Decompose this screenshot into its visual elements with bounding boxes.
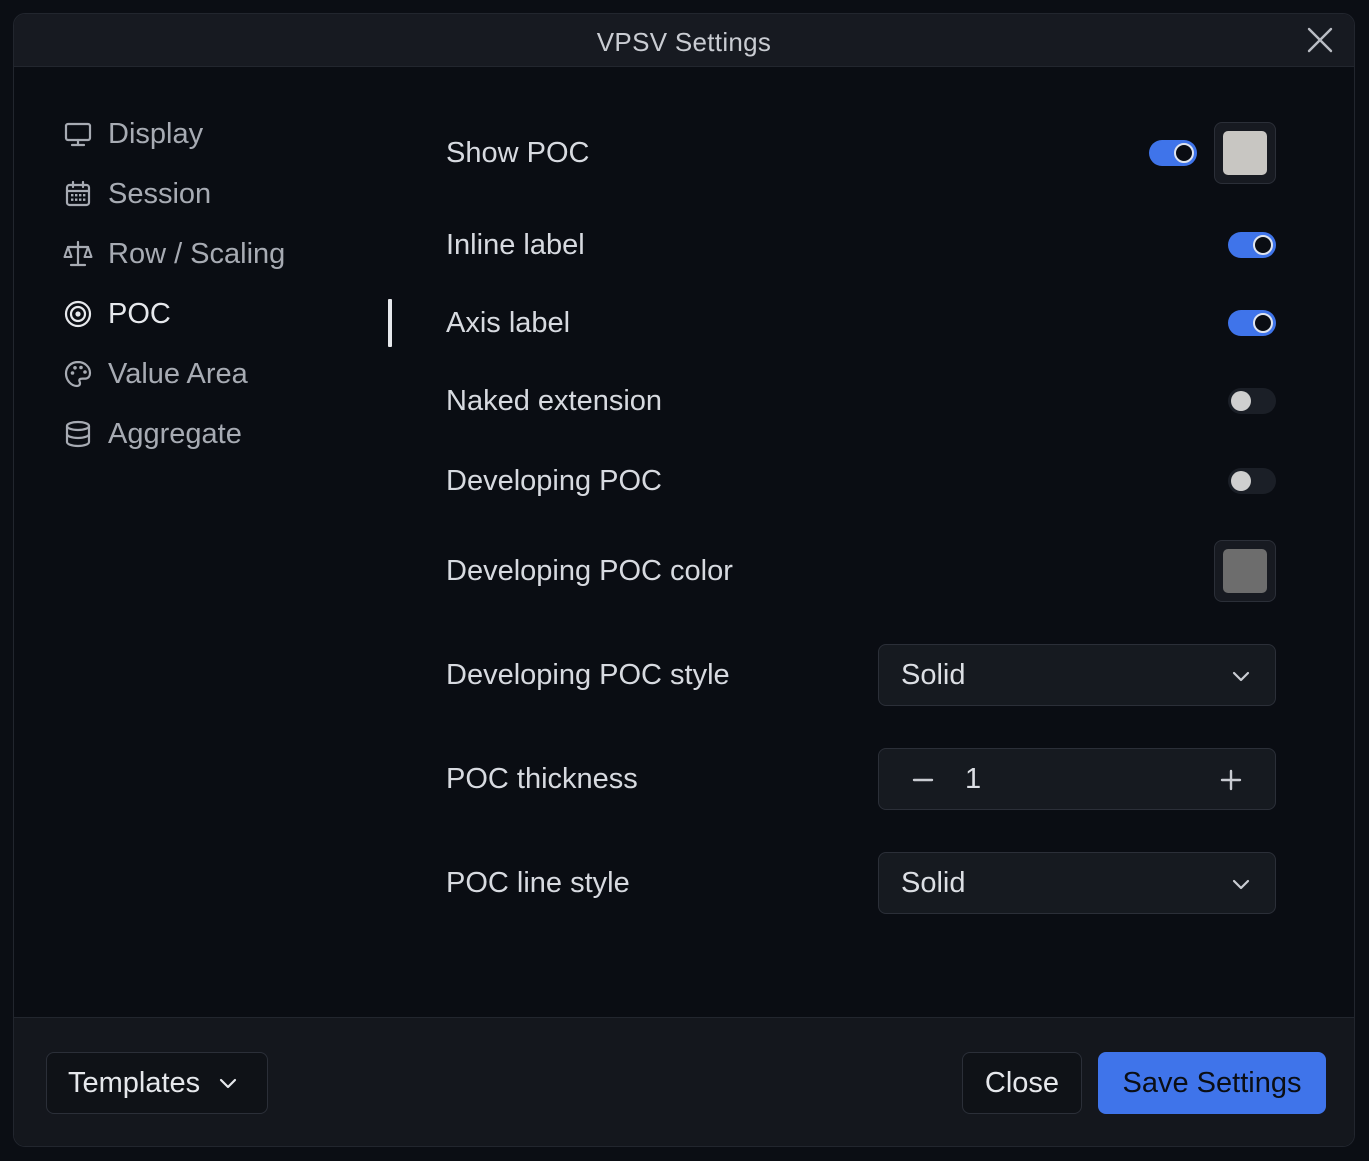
setting-label: POC thickness xyxy=(446,762,638,795)
setting-poc-line-style: POC line style Solid xyxy=(446,852,1276,914)
sidebar-item-label: Session xyxy=(108,177,212,210)
setting-developing-poc: Developing POC xyxy=(446,463,1276,499)
close-icon[interactable] xyxy=(1306,26,1334,54)
sidebar-item-session[interactable]: Session xyxy=(60,164,390,224)
sidebar-item-label: Row / Scaling xyxy=(108,237,286,270)
monitor-icon xyxy=(62,118,94,150)
developing-poc-toggle[interactable] xyxy=(1228,468,1276,494)
templates-label: Templates xyxy=(68,1066,201,1099)
setting-show-poc: Show POC xyxy=(446,122,1276,184)
dialog-title: VPSV Settings xyxy=(596,27,772,57)
setting-axis-label: Axis label xyxy=(446,305,1276,341)
poc-line-style-select[interactable]: Solid xyxy=(878,852,1276,914)
sidebar-item-aggregate[interactable]: Aggregate xyxy=(60,404,390,464)
axis-label-toggle[interactable] xyxy=(1228,310,1276,336)
select-value: Solid xyxy=(901,658,966,691)
show-poc-color-picker[interactable] xyxy=(1214,122,1276,184)
setting-inline-label: Inline label xyxy=(446,227,1276,263)
settings-sidebar: Display Session Row / Scaling POC Value … xyxy=(60,104,390,464)
database-icon xyxy=(62,418,94,450)
setting-label: Axis label xyxy=(446,306,571,339)
chevron-down-icon xyxy=(220,1078,237,1089)
setting-poc-thickness: POC thickness 1 xyxy=(446,748,1276,810)
inline-label-toggle[interactable] xyxy=(1228,232,1276,258)
setting-developing-poc-color: Developing POC color xyxy=(446,540,1276,602)
color-swatch xyxy=(1223,549,1267,593)
color-swatch xyxy=(1223,131,1267,175)
minus-icon[interactable] xyxy=(909,766,937,794)
select-value: Solid xyxy=(901,866,966,899)
sidebar-item-row-scaling[interactable]: Row / Scaling xyxy=(60,224,390,284)
sidebar-item-label: Aggregate xyxy=(108,417,242,450)
setting-label: Developing POC style xyxy=(446,658,730,691)
target-icon xyxy=(62,298,94,330)
templates-button[interactable]: Templates xyxy=(46,1052,268,1114)
save-settings-button[interactable]: Save Settings xyxy=(1098,1052,1326,1114)
developing-poc-style-select[interactable]: Solid xyxy=(878,644,1276,706)
sidebar-item-label: Value Area xyxy=(108,357,248,390)
plus-icon[interactable] xyxy=(1217,766,1245,794)
developing-poc-color-picker[interactable] xyxy=(1214,540,1276,602)
sidebar-item-value-area[interactable]: Value Area xyxy=(60,344,390,404)
sidebar-item-display[interactable]: Display xyxy=(60,104,390,164)
setting-label: Inline label xyxy=(446,228,585,261)
sidebar-item-label: Display xyxy=(108,117,204,150)
setting-label: Show POC xyxy=(446,136,590,169)
chevron-down-icon xyxy=(1232,671,1250,682)
palette-icon xyxy=(62,358,94,390)
calendar-icon xyxy=(62,178,94,210)
settings-dialog: VPSV Settings Display Session Row / Scal… xyxy=(13,13,1355,1147)
show-poc-toggle[interactable] xyxy=(1149,140,1197,166)
chevron-down-icon xyxy=(1232,879,1250,890)
setting-label: Naked extension xyxy=(446,384,663,417)
setting-developing-poc-style: Developing POC style Solid xyxy=(446,644,1276,706)
scale-icon xyxy=(62,238,94,270)
setting-label: Developing POC color xyxy=(446,554,733,587)
close-button[interactable]: Close xyxy=(962,1052,1082,1114)
setting-label: POC line style xyxy=(446,866,630,899)
naked-extension-toggle[interactable] xyxy=(1228,388,1276,414)
setting-label: Developing POC xyxy=(446,464,662,497)
poc-thickness-stepper: 1 xyxy=(878,748,1276,810)
sidebar-item-label: POC xyxy=(108,297,171,330)
stepper-value[interactable]: 1 xyxy=(965,763,981,796)
active-nav-indicator xyxy=(388,299,392,347)
setting-naked-extension: Naked extension xyxy=(446,383,1276,419)
sidebar-item-poc[interactable]: POC xyxy=(60,284,390,344)
title-bar: VPSV Settings xyxy=(14,14,1354,67)
dialog-footer: Templates Close Save Settings xyxy=(14,1017,1354,1146)
